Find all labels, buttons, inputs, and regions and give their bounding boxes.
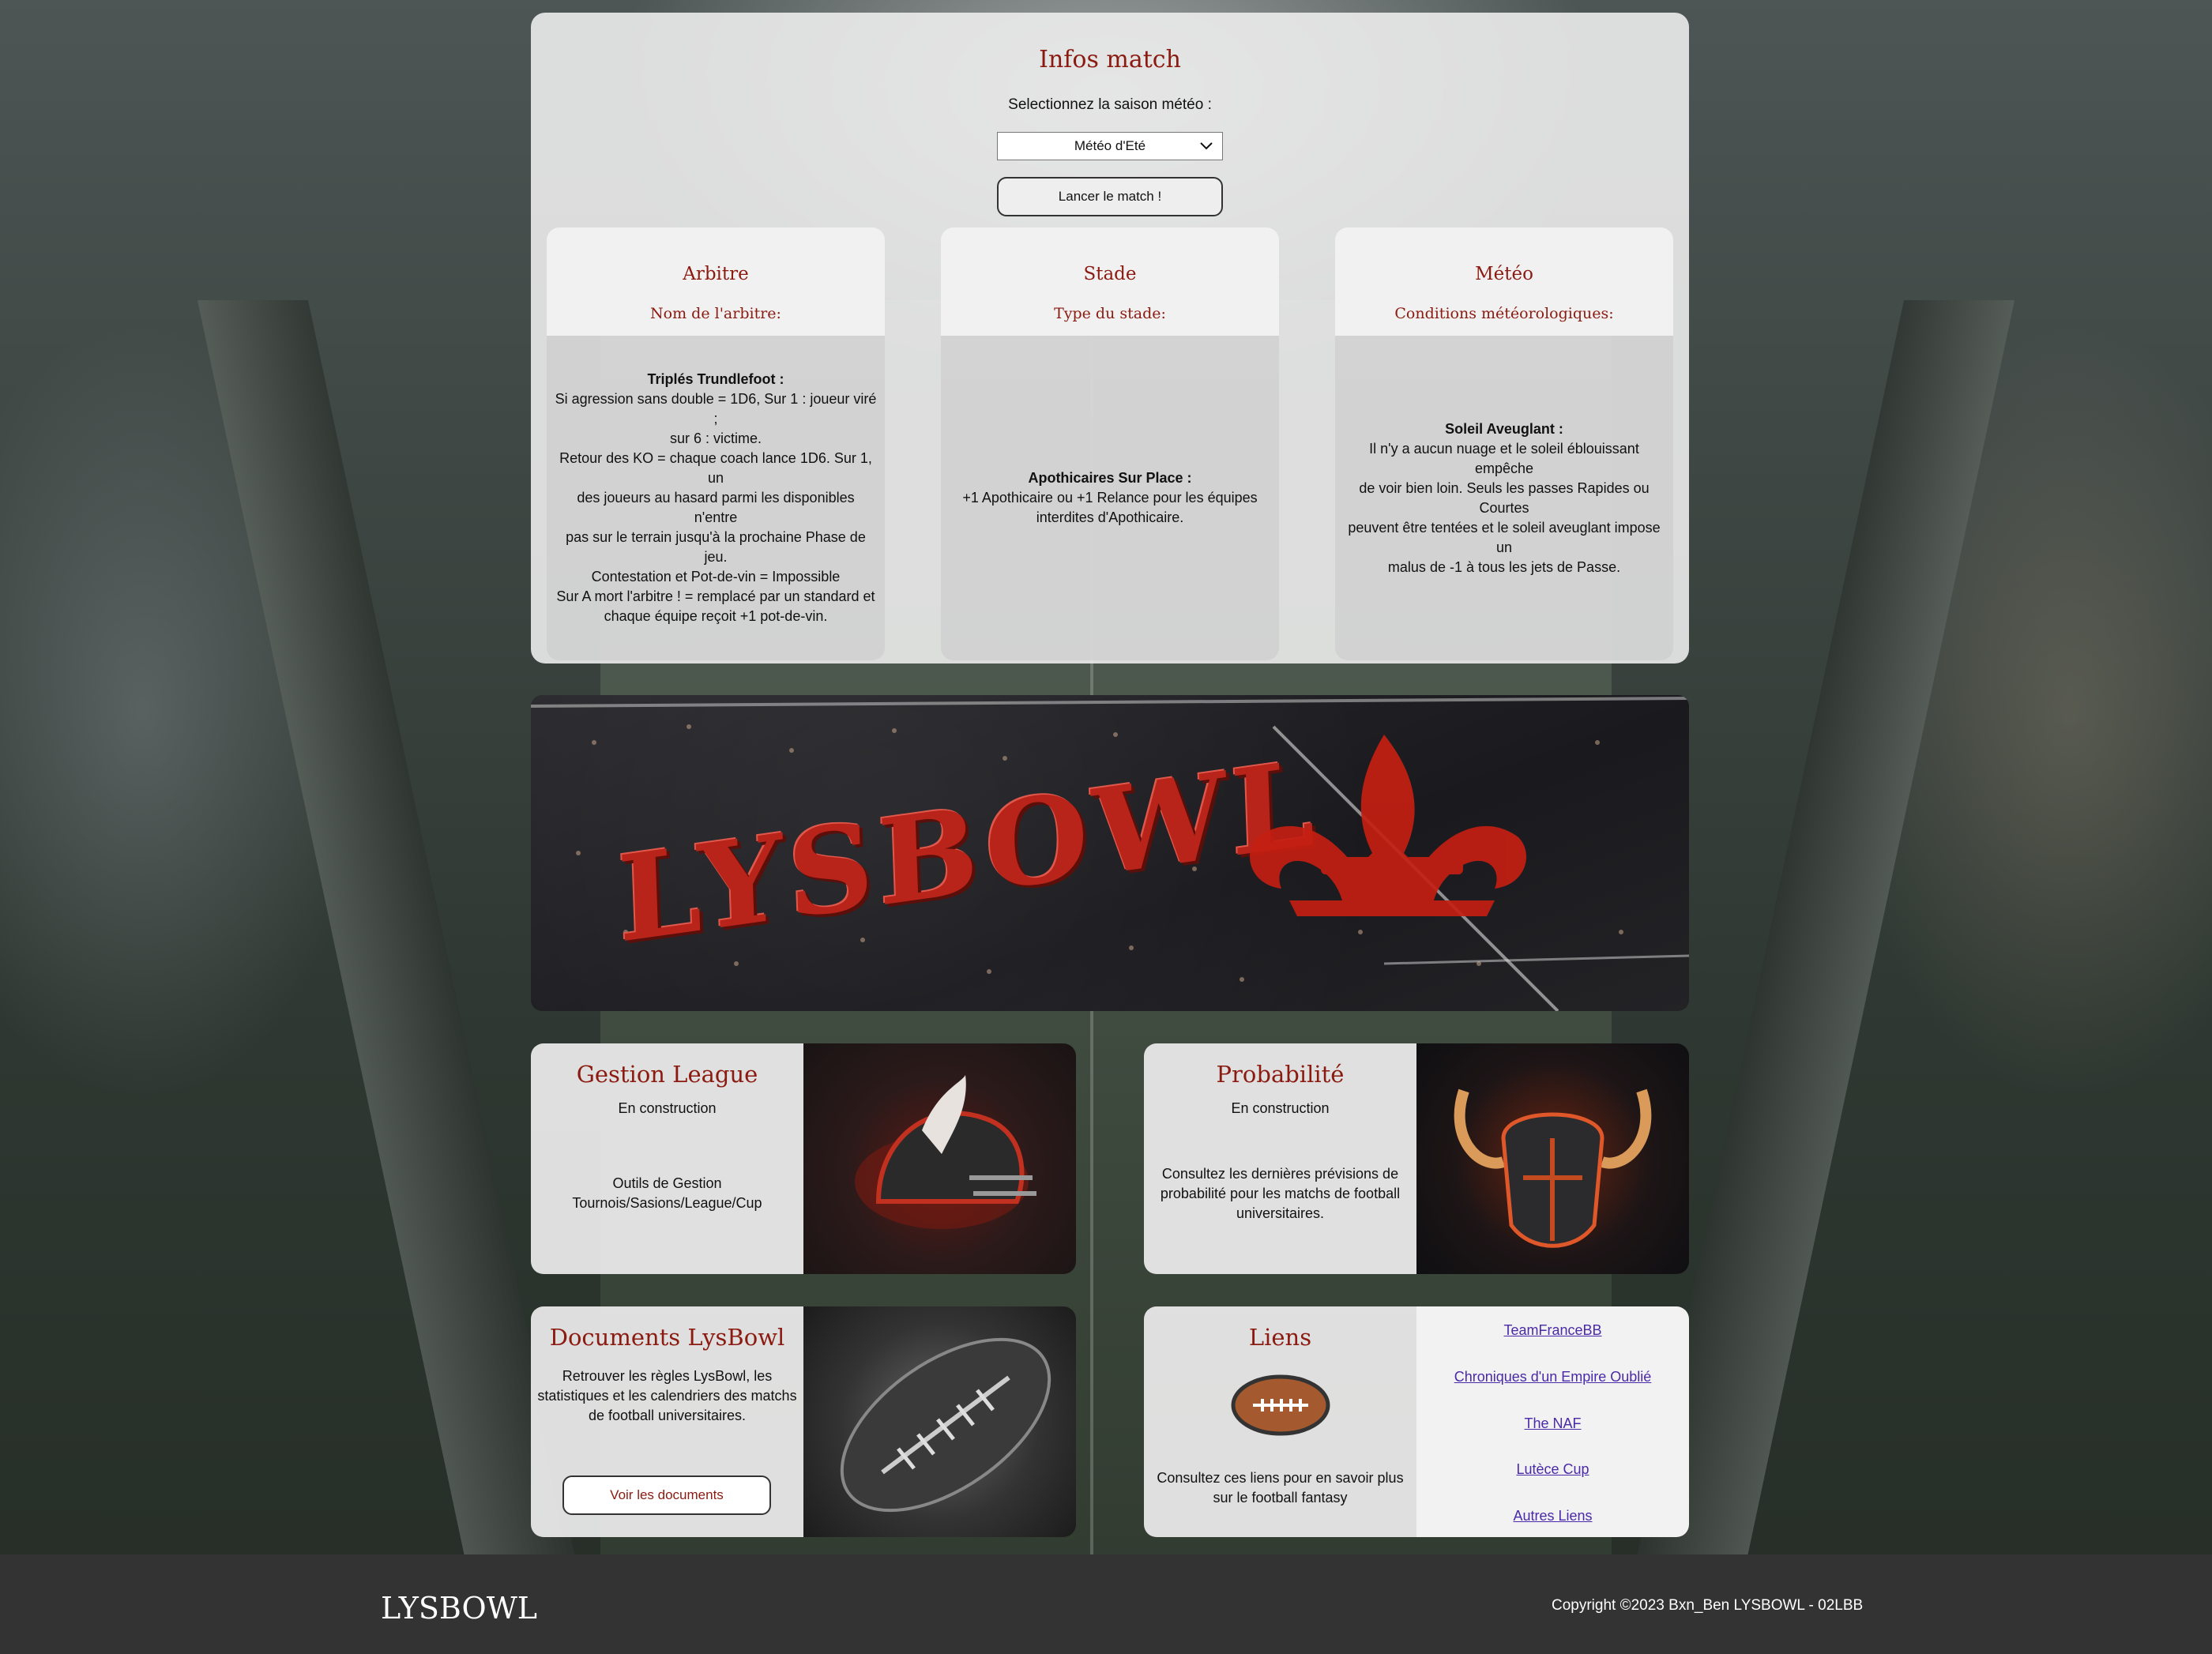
link-lutece-cup[interactable]: Lutèce Cup bbox=[1416, 1461, 1689, 1478]
links-desc: sur le football fantasy bbox=[1213, 1490, 1348, 1506]
weather-card-title: Météo bbox=[1475, 264, 1533, 284]
probability-title: Probabilité bbox=[1216, 1061, 1345, 1088]
link-the-naf[interactable]: The NAF bbox=[1416, 1415, 1689, 1432]
background-rail-left bbox=[197, 300, 577, 1564]
footer: LYSBOWL Copyright ©2023 Bxn_Ben LYSBOWL … bbox=[0, 1554, 2212, 1654]
view-documents-button[interactable]: Voir les documents bbox=[562, 1475, 771, 1515]
links-title: Liens bbox=[1248, 1324, 1312, 1351]
probability-status: En construction bbox=[1231, 1100, 1330, 1116]
league-management-title: Gestion League bbox=[576, 1061, 758, 1088]
football-icon bbox=[1144, 1373, 1416, 1442]
referee-line: Si agression sans double = 1D6, Sur 1 : … bbox=[555, 391, 877, 427]
probability-desc: Consultez les dernières prévisions de bbox=[1161, 1166, 1399, 1182]
footer-copyright: Copyright ©2023 Bxn_Ben LYSBOWL - 02LBB bbox=[1552, 1597, 1864, 1614]
referee-line: Sur A mort l'arbitre ! = remplacé par un… bbox=[556, 588, 875, 604]
weather-line: peuvent être tentées et le soleil aveugl… bbox=[1348, 519, 1661, 555]
referee-name: Triplés Trundlefoot : bbox=[647, 371, 784, 387]
league-management-tile[interactable]: Gestion League En construction Outils de… bbox=[531, 1043, 1076, 1274]
stadium-card-title: Stade bbox=[1083, 264, 1137, 284]
weather-line: malus de -1 à tous les jets de Passe. bbox=[1387, 558, 1621, 575]
referee-line: Contestation et Pot-de-vin = Impossible bbox=[591, 569, 841, 585]
viking-helmet-image bbox=[1416, 1043, 1689, 1274]
referee-line: pas sur le terrain jusqu'à la prochaine … bbox=[566, 529, 866, 565]
link-chroniques[interactable]: Chroniques d'un Empire Oublié bbox=[1416, 1369, 1689, 1385]
link-teamfrancebb[interactable]: TeamFranceBB bbox=[1416, 1322, 1689, 1339]
referee-line: chaque équipe reçoit +1 pot-de-vin. bbox=[604, 608, 828, 624]
chevron-down-icon bbox=[1198, 137, 1214, 158]
launch-match-button[interactable]: Lancer le match ! bbox=[997, 177, 1223, 216]
stadium-card-body: Apothicaires Sur Place : +1 Apothicaire … bbox=[941, 336, 1279, 660]
documents-tile: Documents LysBowl Retrouver les règles L… bbox=[531, 1306, 1076, 1537]
links-list: TeamFranceBB Chroniques d'un Empire Oubl… bbox=[1416, 1306, 1689, 1537]
referee-card: Arbitre Nom de l'arbitre: Triplés Trundl… bbox=[547, 227, 885, 660]
league-management-status: En construction bbox=[618, 1100, 717, 1116]
stadium-card-subtitle: Type du stade: bbox=[1054, 305, 1166, 322]
footer-brand[interactable]: LYSBOWL bbox=[381, 1591, 537, 1626]
stadium-card: Stade Type du stade: Apothicaires Sur Pl… bbox=[941, 227, 1279, 660]
stadium-line: interdites d'Apothicaire. bbox=[1036, 509, 1184, 525]
match-info-title: Infos match bbox=[1039, 46, 1181, 73]
links-tile: Liens Consultez ces liens pour en savoir… bbox=[1144, 1306, 1689, 1537]
league-management-desc: Outils de Gestion bbox=[612, 1175, 722, 1191]
weather-card: Météo Conditions météorologiques: Soleil… bbox=[1335, 227, 1673, 660]
documents-desc: de football universitaires. bbox=[588, 1408, 747, 1423]
season-select[interactable]: Météo d'Eté bbox=[997, 132, 1223, 160]
probability-tile[interactable]: Probabilité En construction Consultez le… bbox=[1144, 1043, 1689, 1274]
referee-card-subtitle: Nom de l'arbitre: bbox=[650, 305, 781, 322]
weather-line: de voir bien loin. Seuls les passes Rapi… bbox=[1359, 479, 1650, 516]
documents-desc: Retrouver les règles LysBowl, les bbox=[562, 1368, 773, 1384]
referee-line: sur 6 : victime. bbox=[669, 430, 762, 446]
season-select-value: Météo d'Eté bbox=[1074, 138, 1146, 153]
referee-line: Retour des KO = chaque coach lance 1D6. … bbox=[559, 450, 872, 486]
league-management-desc: Tournois/Sasions/League/Cup bbox=[572, 1195, 762, 1211]
documents-desc: statistiques et les calendriers des matc… bbox=[537, 1388, 797, 1404]
background-rail-right bbox=[1635, 300, 2015, 1564]
referee-card-title: Arbitre bbox=[683, 264, 749, 284]
helmet-image bbox=[803, 1043, 1076, 1274]
football-image bbox=[803, 1306, 1076, 1537]
links-desc: Consultez ces liens pour en savoir plus bbox=[1157, 1470, 1404, 1486]
referee-line: des joueurs au hasard parmi les disponib… bbox=[577, 490, 855, 525]
probability-desc: universitaires. bbox=[1236, 1205, 1325, 1221]
link-autres-liens[interactable]: Autres Liens bbox=[1416, 1508, 1689, 1524]
weather-card-subtitle: Conditions météorologiques: bbox=[1394, 305, 1614, 322]
weather-card-body: Soleil Aveuglant : Il n'y a aucun nuage … bbox=[1335, 336, 1673, 660]
weather-name: Soleil Aveuglant : bbox=[1445, 420, 1563, 437]
stadium-line: +1 Apothicaire ou +1 Relance pour les éq… bbox=[962, 490, 1258, 506]
fleur-de-lys-icon bbox=[1250, 735, 1526, 916]
referee-card-body: Triplés Trundlefoot : Si agression sans … bbox=[547, 336, 885, 660]
probability-desc: probabilité pour les matchs de football bbox=[1160, 1186, 1401, 1201]
documents-title: Documents LysBowl bbox=[549, 1324, 785, 1351]
match-info-panel: Infos match Selectionnez la saison météo… bbox=[531, 13, 1689, 663]
lysbowl-banner: LYSBOWL bbox=[531, 695, 1689, 1011]
season-label: Selectionnez la saison météo : bbox=[1008, 96, 1212, 113]
stadium-name: Apothicaires Sur Place : bbox=[1028, 470, 1192, 486]
weather-line: Il n'y a aucun nuage et le soleil ébloui… bbox=[1369, 440, 1639, 476]
